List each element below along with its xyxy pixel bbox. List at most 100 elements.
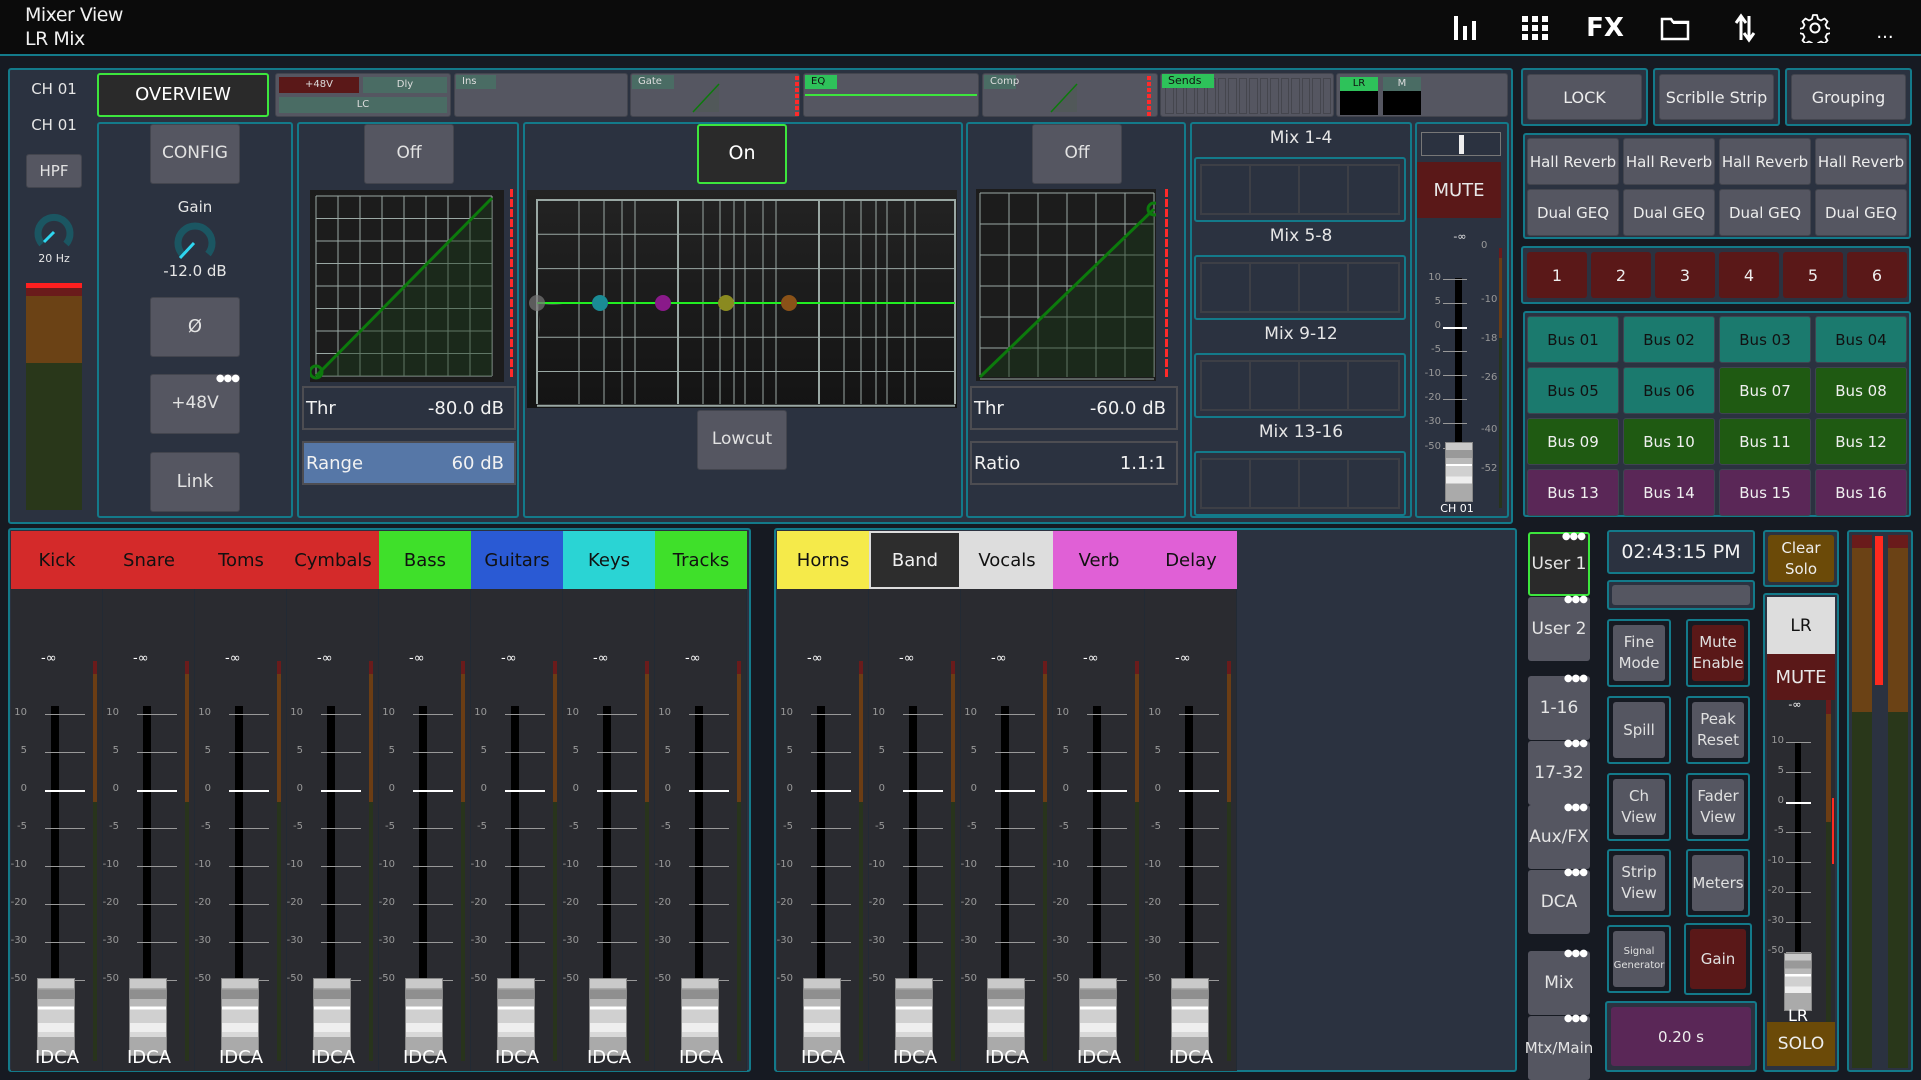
bus-button[interactable]: Bus 05 [1527,367,1619,414]
bus-button[interactable]: Bus 12 [1815,418,1907,465]
mute-group-4[interactable]: 4 [1719,252,1779,298]
main-fader[interactable]: -∞ 10 5 0 -5 -10 -20 -30 -50 LR [1767,698,1835,1025]
main-lr-select[interactable]: LR [1767,597,1835,654]
channel-name-button[interactable]: Verb [1053,531,1145,589]
mute-enable-button[interactable]: Mute Enable [1692,625,1744,681]
lock-button[interactable]: LOCK [1527,74,1642,120]
eq-toggle-button[interactable]: On [697,124,787,184]
fader-handle[interactable] [1171,978,1209,1056]
grid-icon[interactable] [1517,10,1553,46]
mute-group-3[interactable]: 3 [1655,252,1715,298]
layer-button[interactable]: DCA ●●● [1528,867,1590,934]
fx-icon[interactable]: FX [1586,10,1624,46]
fx-slot-8[interactable]: Dual GEQ [1815,189,1907,236]
comp-toggle-button[interactable]: Off [1032,124,1122,184]
strip-view-button[interactable]: Strip View [1613,855,1665,911]
scene-field[interactable] [1607,580,1755,610]
gate-range-field[interactable]: Range 60 dB [302,441,516,485]
gain-knob[interactable] [172,218,218,264]
meters-button[interactable]: Meters [1692,855,1744,911]
gate-module[interactable]: Gate [630,73,800,117]
bus-button[interactable]: Bus 07 [1719,367,1811,414]
scribble-strip-button[interactable]: Scriblle Strip [1659,74,1774,120]
gate-threshold-field[interactable]: Thr -80.0 dB [302,386,516,430]
peak-reset-button[interactable]: Peak Reset [1692,702,1744,758]
mute-group-6[interactable]: 6 [1847,252,1907,298]
overview-button[interactable]: OVERVIEW [97,73,269,117]
fader-handle[interactable] [589,978,627,1056]
layer-button[interactable]: User 1 ●●● [1528,531,1590,596]
channel-name-button[interactable]: Snare [103,531,195,589]
fader-handle[interactable] [895,978,933,1056]
comp-module[interactable]: Comp [982,73,1158,117]
config-button[interactable]: CONFIG [150,124,240,184]
signal-generator-button[interactable]: Signal Generator [1613,931,1665,987]
channel-name-button[interactable]: Horns [777,531,869,589]
gate-toggle-button[interactable]: Off [364,124,454,184]
channel-name-button[interactable]: Tracks [655,531,747,589]
bus-button[interactable]: Bus 06 [1623,367,1715,414]
channel-fader[interactable]: 10 5 0 -5 -10 -20 -30 -50 0 -10 -18 -26 -40 -52 CH 01 [1415,122,1509,518]
eq-graph[interactable] [527,190,957,408]
phase-invert-button[interactable]: Ø [150,297,240,357]
gain-button[interactable]: Gain [1690,929,1746,989]
fader-handle[interactable] [497,978,535,1056]
main-mute-button[interactable]: MUTE [1767,654,1835,700]
output-module[interactable]: LR M [1336,73,1508,117]
comp-threshold-field[interactable]: Thr -60.0 dB [970,386,1178,430]
mute-group-1[interactable]: 1 [1527,252,1587,298]
comp-graph[interactable] [976,189,1162,381]
sends-group-13-16[interactable] [1194,451,1406,516]
fx-slot-7[interactable]: Dual GEQ [1719,189,1811,236]
fader-handle[interactable] [1079,978,1117,1056]
meters-icon[interactable] [1447,10,1483,46]
ch-view-button[interactable]: Ch View [1613,779,1665,835]
gate-graph[interactable] [308,190,504,382]
channel-fader-handle[interactable] [1445,442,1473,502]
channel-name-button[interactable]: Band [869,531,961,589]
folder-icon[interactable] [1657,10,1693,46]
layer-button[interactable]: Mtx/Main ●●● [1525,1013,1593,1080]
gear-icon[interactable] [1797,10,1833,46]
fader-handle[interactable] [37,978,75,1056]
bus-button[interactable]: Bus 13 [1527,469,1619,516]
fx-slot-3[interactable]: Hall Reverb [1719,138,1811,185]
channel-name-button[interactable]: Keys [563,531,655,589]
bus-button[interactable]: Bus 10 [1623,418,1715,465]
sends-group-1-4[interactable] [1194,157,1406,222]
main-solo-button[interactable]: SOLO [1767,1022,1835,1066]
fx-slot-6[interactable]: Dual GEQ [1623,189,1715,236]
bus-button[interactable]: Bus 11 [1719,418,1811,465]
sends-group-5-8[interactable] [1194,255,1406,320]
bus-button[interactable]: Bus 15 [1719,469,1811,516]
routing-arrows-icon[interactable] [1727,10,1763,46]
layer-button[interactable]: 17-32 ●●● [1528,738,1590,805]
sends-group-9-12[interactable] [1194,353,1406,418]
layer-button[interactable]: 1-16 ●●● [1528,673,1590,740]
channel-name-button[interactable]: Vocals [961,531,1053,589]
more-icon[interactable]: ... [1867,14,1903,50]
channel-name-button[interactable]: Toms [195,531,287,589]
fader-handle[interactable] [803,978,841,1056]
fader-handle[interactable] [987,978,1025,1056]
channel-name-button[interactable]: Guitars [471,531,563,589]
bus-button[interactable]: Bus 01 [1527,316,1619,363]
fx-slot-2[interactable]: Hall Reverb [1623,138,1715,185]
bus-button[interactable]: Bus 14 [1623,469,1715,516]
channel-name-button[interactable]: Cymbals [287,531,379,589]
fader-handle[interactable] [681,978,719,1056]
mute-group-5[interactable]: 5 [1783,252,1843,298]
spill-button[interactable]: Spill [1613,702,1665,758]
lowcut-button[interactable]: Lowcut [697,410,787,470]
channel-name-button[interactable]: Kick [11,531,103,589]
bus-button[interactable]: Bus 02 [1623,316,1715,363]
time-value-button[interactable]: 0.20 s [1611,1007,1751,1066]
hpf-knob[interactable] [32,210,76,254]
clear-solo-button[interactable]: Clear Solo [1768,535,1834,582]
link-button[interactable]: Link [150,452,240,512]
bus-button[interactable]: Bus 08 [1815,367,1907,414]
channel-name-button[interactable]: Bass [379,531,471,589]
fader-handle[interactable] [313,978,351,1056]
main-fader-handle[interactable] [1784,953,1812,1011]
fine-mode-button[interactable]: Fine Mode [1613,625,1665,681]
